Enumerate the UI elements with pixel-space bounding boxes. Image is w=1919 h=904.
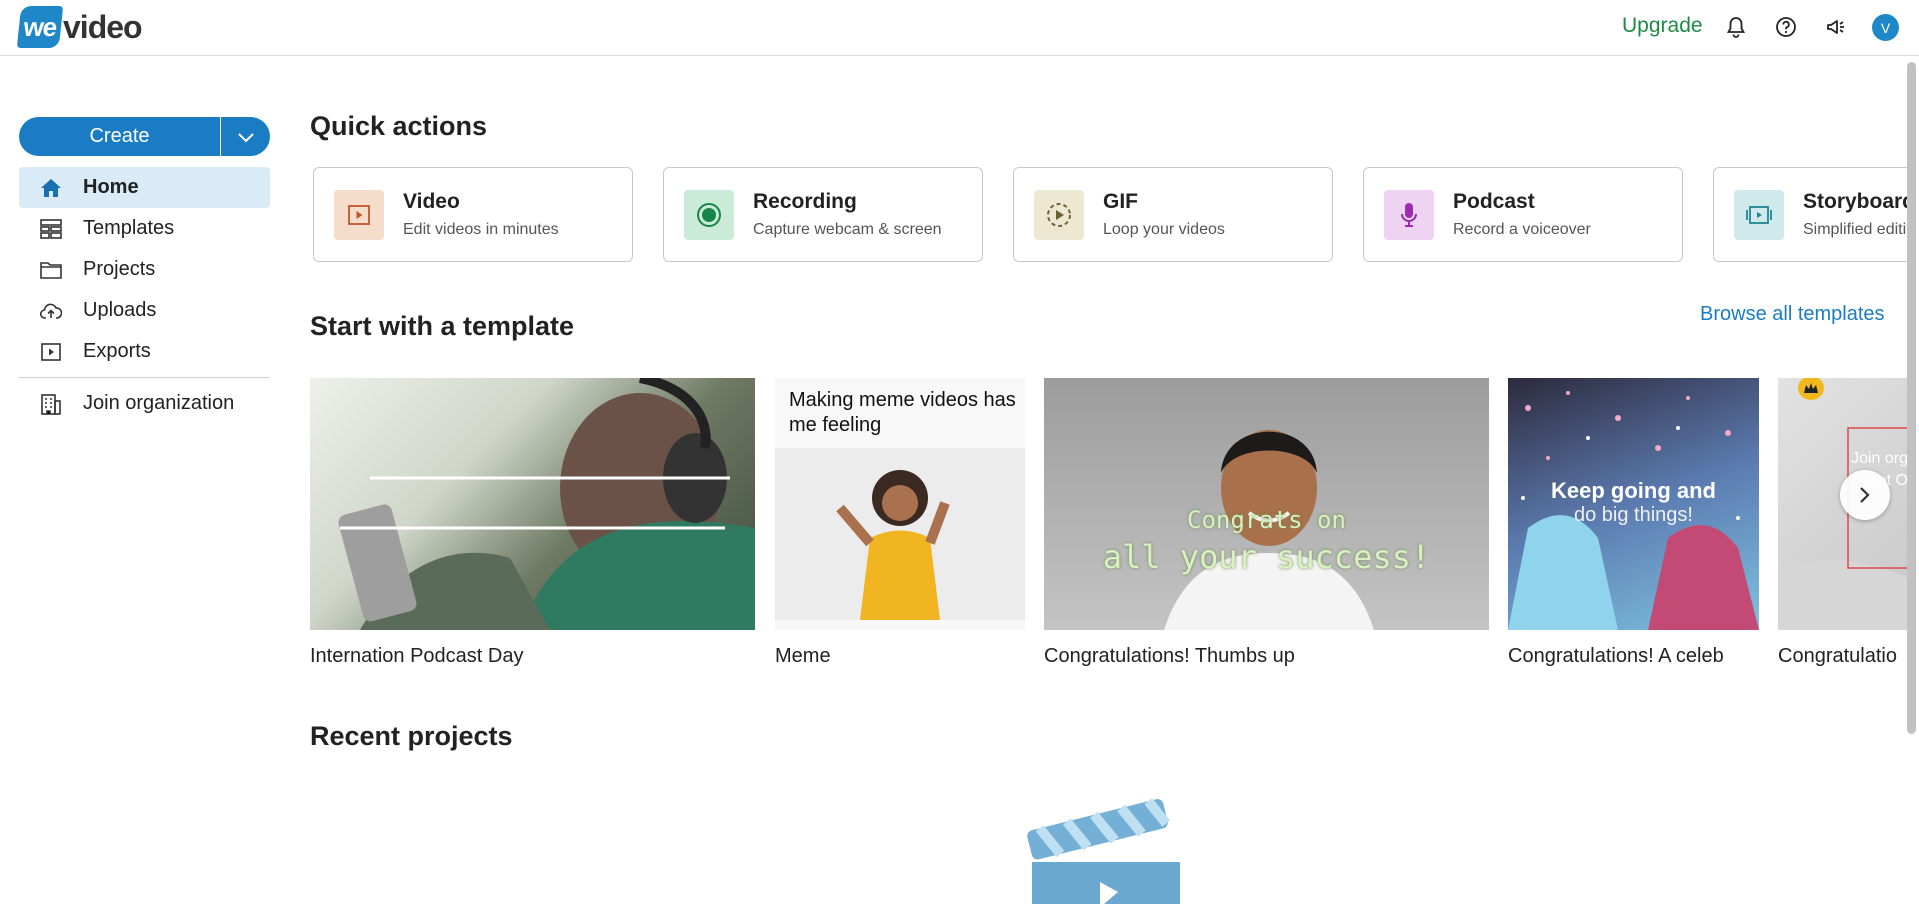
sidebar-item-label: Join organization (83, 392, 235, 414)
sidebar-item-label: Uploads (83, 299, 157, 321)
folder-icon (40, 259, 62, 281)
record-icon (684, 190, 734, 240)
template-thumbnail-congrats-celeb[interactable]: Keep going and do big things! (1508, 378, 1759, 630)
template-overlay-line-1: Keep going and (1551, 478, 1716, 503)
create-button-group: Create (19, 117, 270, 156)
sidebar-item-uploads[interactable]: Uploads (19, 290, 270, 331)
gif-loop-icon (1034, 190, 1084, 240)
sidebar-item-label: Projects (83, 258, 156, 280)
bell-icon[interactable] (1724, 15, 1748, 39)
top-bar: we video Upgrade V (0, 0, 1919, 56)
quick-action-subtitle: Simplified editing (1803, 221, 1919, 238)
sidebar-item-label: Templates (83, 217, 175, 239)
quick-action-title: Recording (753, 190, 857, 213)
template-label: Congratulations! A celeb (1508, 645, 1724, 667)
sidebar-item-home[interactable]: Home (19, 167, 270, 208)
vertical-scrollbar[interactable] (1907, 62, 1916, 734)
avatar[interactable]: V (1872, 14, 1899, 41)
template-image (775, 448, 1025, 620)
quick-action-video[interactable]: Video Edit videos in minutes (313, 167, 633, 262)
upgrade-link[interactable]: Upgrade (1622, 14, 1703, 38)
browse-all-templates-link[interactable]: Browse all templates (1700, 303, 1885, 326)
quick-action-storyboard[interactable]: Storyboard Simplified editing (1713, 167, 1919, 262)
quick-action-gif[interactable]: GIF Loop your videos (1013, 167, 1333, 262)
template-image (1164, 430, 1374, 630)
template-label: Congratulatio (1778, 645, 1897, 667)
create-button[interactable]: Create (19, 117, 220, 156)
sidebar-item-label: Home (83, 176, 139, 198)
template-overlay-line-1: Congrats on (1187, 506, 1346, 534)
home-icon (40, 177, 62, 199)
chevron-right-icon (1860, 487, 1870, 503)
logo-text: video (63, 8, 143, 45)
building-icon (40, 393, 62, 415)
templates-title: Start with a template (310, 311, 575, 341)
quick-action-title: Storyboard (1803, 190, 1916, 213)
sidebar-divider (19, 377, 270, 378)
template-label: Meme (775, 645, 831, 667)
quick-action-podcast[interactable]: Podcast Record a voiceover (1363, 167, 1683, 262)
template-label: Internation Podcast Day (310, 645, 524, 667)
quick-action-subtitle: Record a voiceover (1453, 221, 1591, 238)
clapperboard-icon (1027, 798, 1180, 904)
microphone-icon (1384, 190, 1434, 240)
template-thumbnail-podcast-day[interactable] (310, 378, 755, 630)
quick-action-title: Podcast (1453, 190, 1535, 213)
storyboard-icon (1734, 190, 1784, 240)
carousel-next-button[interactable] (1840, 470, 1890, 520)
template-thumbnail-meme[interactable]: Making meme videos has me feeling (775, 378, 1025, 630)
cloud-upload-icon (40, 300, 62, 322)
templates-icon (40, 218, 62, 240)
sidebar-item-projects[interactable]: Projects (19, 249, 270, 290)
sidebar-nav: Home Templates Projects Uploads Exports … (19, 167, 270, 424)
quick-action-recording[interactable]: Recording Capture webcam & screen (663, 167, 983, 262)
sidebar-item-exports[interactable]: Exports (19, 331, 270, 372)
quick-action-subtitle: Loop your videos (1103, 221, 1225, 238)
sidebar-item-templates[interactable]: Templates (19, 208, 270, 249)
template-overlay-line-2: do big things! (1574, 504, 1693, 526)
sidebar-item-label: Exports (83, 340, 151, 362)
announcement-icon[interactable] (1824, 15, 1848, 39)
quick-action-subtitle: Edit videos in minutes (403, 221, 559, 238)
quick-action-title: GIF (1103, 190, 1138, 213)
template-overlay-line-2: all your success! (1102, 538, 1431, 576)
quick-action-subtitle: Capture webcam & screen (753, 221, 942, 238)
logo-mark: we (16, 6, 64, 48)
sidebar-item-join-organization[interactable]: Join organization (19, 383, 270, 424)
wevideo-logo[interactable]: we video (16, 6, 143, 48)
video-icon (334, 190, 384, 240)
template-image (338, 378, 755, 630)
help-icon[interactable] (1774, 15, 1798, 39)
quick-action-title: Video (403, 190, 460, 213)
template-overlay-text: Making meme videos has me feeling (789, 389, 1016, 436)
create-dropdown-button[interactable] (220, 117, 270, 156)
recent-projects-title: Recent projects (310, 721, 513, 751)
quick-actions-title: Quick actions (310, 111, 488, 141)
template-thumbnail-congrats-thumbs-up[interactable]: Congrats on all your success! (1044, 378, 1489, 630)
chevron-down-icon (237, 132, 254, 142)
export-icon (40, 341, 62, 363)
template-label: Congratulations! Thumbs up (1044, 645, 1295, 667)
